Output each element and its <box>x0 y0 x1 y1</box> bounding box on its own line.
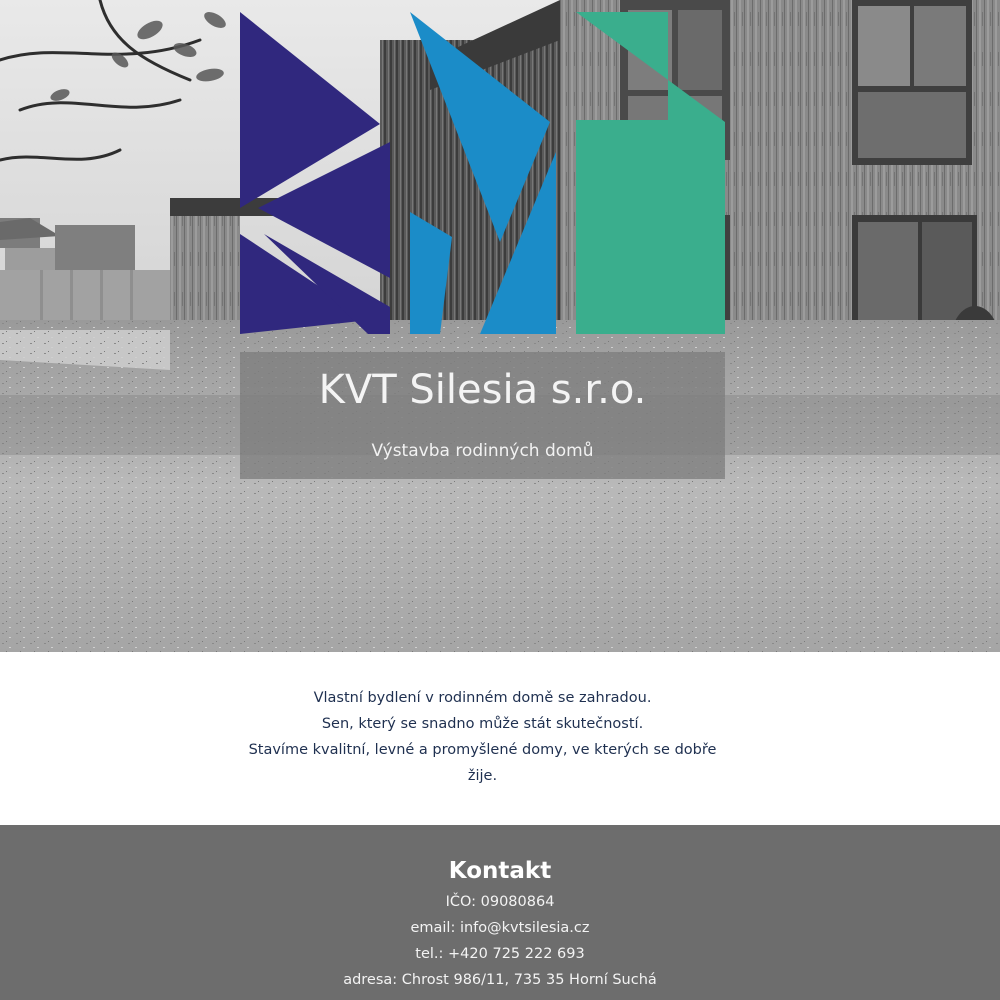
phone-link[interactable]: +420 725 222 693 <box>448 946 585 962</box>
contact-details: IČO: 09080864 email: info@kvtsilesia.cz … <box>0 889 1000 993</box>
contact-phone-label: tel.: <box>415 946 449 962</box>
intro-line: Stavíme kvalitní, levné a promyšlené dom… <box>248 742 717 758</box>
contact-ico: IČO: 09080864 <box>445 894 555 910</box>
intro-section: Vlastní bydlení v rodinném domě se zahra… <box>0 652 1000 825</box>
intro-line: Vlastní bydlení v rodinném domě se zahra… <box>313 690 652 706</box>
company-name: KVT Silesia s.r.o. <box>318 367 647 413</box>
intro-text: Vlastní bydlení v rodinném domě se zahra… <box>240 685 725 789</box>
company-tagline: Výstavba rodinných domů <box>371 441 594 461</box>
contact-section: Kontakt IČO: 09080864 email: info@kvtsil… <box>0 825 1000 1000</box>
contact-heading: Kontakt <box>448 858 552 884</box>
logo-letter-v-shape <box>410 12 556 334</box>
contact-address: adresa: Chrost 986/11, 735 35 Horní Such… <box>343 972 657 988</box>
intro-line: žije. <box>467 768 498 784</box>
intro-line: Sen, který se snadno může stát skutečnos… <box>321 716 644 732</box>
logo-letter-k-shape <box>240 12 390 334</box>
contact-email-label: email: <box>410 920 460 936</box>
email-link[interactable]: info@kvtsilesia.cz <box>460 920 590 936</box>
contact-phone: tel.: +420 725 222 693 <box>0 941 1000 967</box>
logo-letter-t-shape <box>576 12 725 334</box>
hero-section: KVT Silesia s.r.o. Výstavba rodinných do… <box>0 0 1000 652</box>
contact-email: email: info@kvtsilesia.cz <box>0 915 1000 941</box>
kvt-logo-icon <box>240 12 725 334</box>
hero-title-box: KVT Silesia s.r.o. Výstavba rodinných do… <box>240 352 725 479</box>
